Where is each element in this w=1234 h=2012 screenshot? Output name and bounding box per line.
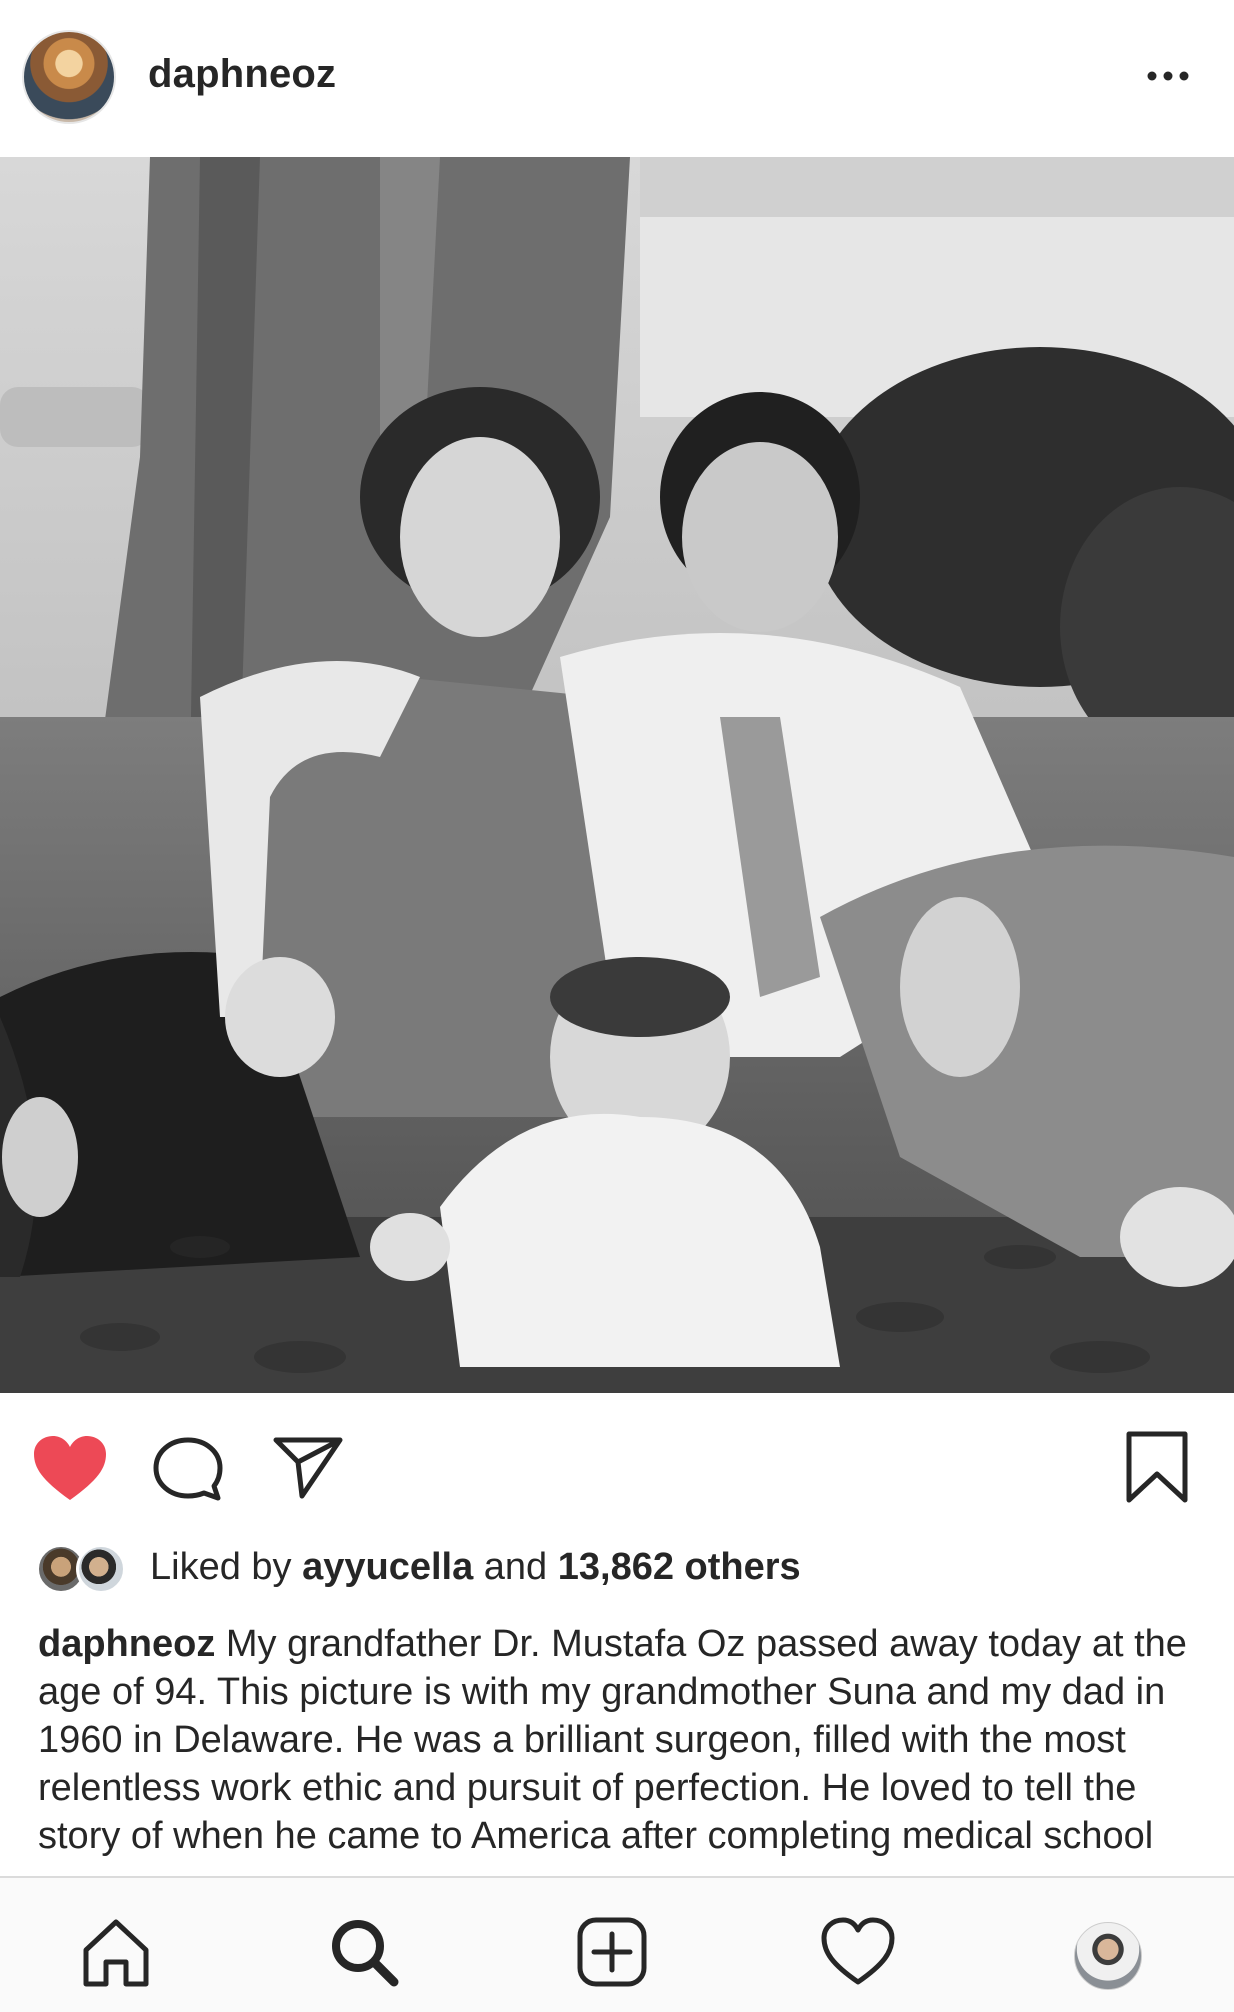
likes-middle: and [473,1546,558,1588]
comment-icon[interactable] [152,1436,224,1502]
bottom-navigation [0,1876,1234,2012]
likes-summary[interactable]: Liked by ayyucella and 13,862 others [36,1538,1196,1598]
post-caption: daphneoz My grandfather Dr. Mustafa Oz p… [38,1620,1198,1872]
send-icon[interactable] [272,1436,344,1500]
liker-avatar-2 [76,1544,126,1594]
likes-text: Liked by ayyucella and 13,862 others [150,1546,801,1589]
post-header: daphneoz [0,0,1234,156]
more-horizontal-icon[interactable] [1144,62,1192,90]
bookmark-icon[interactable] [1124,1430,1190,1504]
home-icon[interactable] [76,1912,156,1992]
profile-avatar[interactable] [22,30,116,124]
profile-tab-avatar[interactable] [1074,1922,1142,1990]
add-post-icon[interactable] [572,1912,652,1992]
search-icon[interactable] [324,1912,404,1992]
likes-count[interactable]: 13,862 others [558,1546,801,1588]
post-username[interactable]: daphneoz [148,52,336,97]
black-and-white-family-photo [0,157,1234,1393]
post-actions [0,1400,1234,1520]
heart-outline-icon[interactable] [818,1912,898,1992]
caption-username[interactable]: daphneoz [38,1623,215,1665]
likes-prefix: Liked by [150,1546,303,1588]
post-photo[interactable] [0,157,1234,1393]
heart-filled-icon[interactable] [32,1434,108,1502]
liker-username[interactable]: ayyucella [302,1546,473,1588]
